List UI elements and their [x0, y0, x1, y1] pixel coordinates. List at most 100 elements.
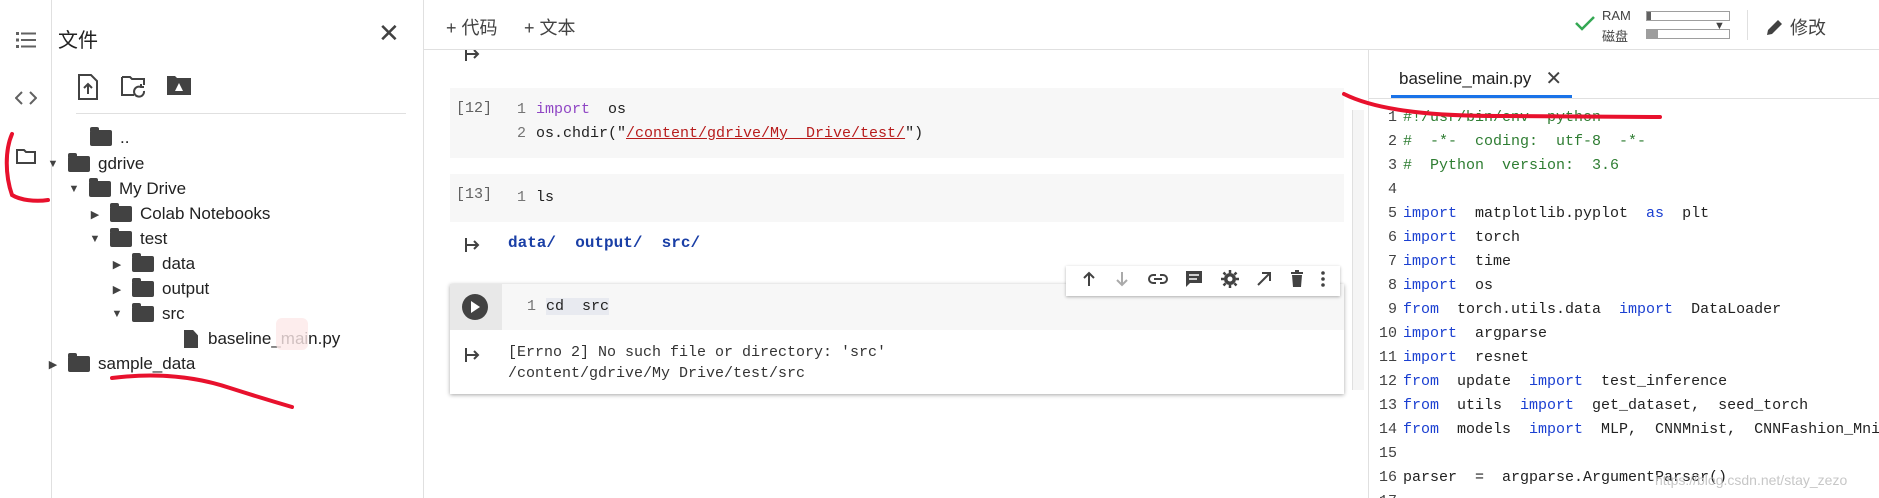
notebook-scrollbar[interactable] — [1352, 110, 1364, 390]
cell-code[interactable]: 1 import os 2 os.chdir("/content/gdrive/My… — [508, 98, 923, 146]
add-code-button[interactable]: + 代码 — [446, 14, 498, 40]
execution-count: [12] — [456, 100, 493, 117]
keyword-token: import — [1529, 421, 1584, 438]
notebook-area: Mounted at /content/gdrive [12] 1import … — [424, 0, 1368, 498]
caret-right-icon[interactable]: ▶ — [46, 358, 60, 371]
code-cell[interactable]: [12] 1 import os 2 os.chdir("/content/gdri… — [450, 88, 1344, 158]
editor-line[interactable]: 5 import matplotlib.pyplot as plt — [1369, 202, 1879, 226]
editor-tab-label: baseline_main.py — [1399, 68, 1532, 88]
comment-icon[interactable] — [1185, 270, 1203, 293]
line-number: 8 — [1387, 277, 1397, 294]
caret-right-icon[interactable]: ▶ — [110, 283, 124, 296]
editor-line[interactable]: 7 import time — [1369, 250, 1879, 274]
editor-code[interactable]: 1 #!/usr/bin/env python 2 # -*- coding: utf… — [1369, 106, 1879, 498]
pencil-icon — [1767, 20, 1782, 35]
editor-line[interactable]: 6 import torch — [1369, 226, 1879, 250]
tree-item-label: src — [162, 304, 185, 323]
tree-item-baseline-main[interactable]: baseline_main.py — [184, 325, 340, 353]
file-icon — [184, 330, 198, 348]
line-number: 6 — [1387, 229, 1397, 246]
tree-item-label: Colab Notebooks — [140, 204, 271, 223]
tree-item-data[interactable]: ▶ data — [110, 250, 195, 278]
editor-line[interactable]: 11 import resnet — [1369, 346, 1879, 370]
active-cell[interactable]: 1 cd src [Errno 2] No such file or direct… — [450, 284, 1344, 394]
line-number: 10 — [1378, 325, 1397, 342]
keyword-token: import — [1403, 205, 1458, 222]
keyword-token: import — [1619, 301, 1674, 318]
divider — [1747, 10, 1748, 40]
caret-down-icon[interactable]: ▼ — [46, 158, 60, 170]
tree-item-label: .. — [120, 128, 130, 147]
tree-item-label: test — [140, 229, 168, 248]
open-tab-icon[interactable] — [1256, 271, 1272, 292]
tree-item-parent[interactable]: .. — [68, 124, 129, 152]
top-bar: + 代码 + 文本 RAM 磁盘 ▼ 修改 — [424, 0, 1879, 50]
tree-item-colab-notebooks[interactable]: ▶ Colab Notebooks — [88, 200, 270, 228]
editor-line[interactable]: 8 import os — [1369, 274, 1879, 298]
line-number: 4 — [1387, 181, 1397, 198]
list-icon[interactable] — [12, 26, 40, 54]
keyword-token: import — [1403, 277, 1458, 294]
code-icon[interactable] — [12, 84, 40, 112]
line-number: 1 — [1387, 109, 1397, 126]
line-number: 16 — [1378, 469, 1397, 486]
add-text-button[interactable]: + 文本 — [524, 14, 576, 40]
editor-line[interactable]: 12 from update import test_inference — [1369, 370, 1879, 394]
editor-line[interactable]: 15 — [1369, 442, 1879, 466]
editor-line[interactable]: 13 from utils import get_dataset, seed_to… — [1369, 394, 1879, 418]
code-cell[interactable]: [13] 1 ls — [450, 174, 1344, 222]
code-token: matplotlib.pyplot — [1457, 205, 1647, 222]
caret-down-icon[interactable]: ▼ — [88, 233, 102, 245]
refresh-folder-icon[interactable] — [120, 74, 148, 102]
folder-icon — [132, 278, 154, 297]
editor-line[interactable]: 1 #!/usr/bin/env python — [1369, 106, 1879, 130]
line-number: 13 — [1378, 397, 1397, 414]
caret-right-icon[interactable]: ▶ — [110, 258, 124, 271]
tree-item-sample-data[interactable]: ▶ sample_data — [46, 350, 195, 378]
move-up-icon[interactable] — [1081, 271, 1097, 292]
editor-line[interactable]: 17 — [1369, 490, 1879, 498]
tree-item-src[interactable]: ▼ src — [110, 300, 185, 328]
keyword-token: import — [1529, 373, 1584, 390]
gear-icon[interactable] — [1220, 269, 1239, 293]
close-icon[interactable]: ✕ — [378, 20, 400, 46]
left-rail — [0, 0, 52, 498]
move-down-icon[interactable] — [1114, 271, 1130, 292]
tree-item-output[interactable]: ▶ output — [110, 275, 209, 303]
trash-icon[interactable] — [1290, 270, 1304, 292]
chevron-down-icon[interactable]: ▼ — [1714, 20, 1725, 32]
cell-code[interactable]: 1 ls — [508, 186, 554, 210]
editor-line[interactable]: 2 # -*- coding: utf-8 -*- — [1369, 130, 1879, 154]
keyword-token: as — [1646, 205, 1665, 222]
tree-item-my-drive[interactable]: ▼ My Drive — [67, 175, 186, 203]
code-token: os — [1457, 277, 1494, 294]
code-token: models — [1439, 421, 1530, 438]
keyword-token: import — [1403, 325, 1458, 342]
more-icon[interactable] — [1321, 270, 1326, 292]
output-icon — [464, 236, 482, 254]
folder-icon[interactable] — [12, 142, 40, 170]
line-number: 11 — [1378, 349, 1397, 366]
tree-item-gdrive[interactable]: ▼ gdrive — [46, 150, 144, 178]
folder-icon — [68, 353, 90, 372]
line-number: 3 — [1387, 157, 1397, 174]
edit-button[interactable]: 修改 — [1766, 14, 1826, 40]
caret-right-icon[interactable]: ▶ — [88, 208, 102, 221]
editor-tab[interactable]: baseline_main.py ✕ — [1391, 58, 1573, 98]
editor-line[interactable]: 9 from torch.utils.data import DataLoader — [1369, 298, 1879, 322]
caret-down-icon[interactable]: ▼ — [67, 183, 81, 195]
editor-line[interactable]: 14 from models import MLP, CNNMnist, CNNF… — [1369, 418, 1879, 442]
play-icon[interactable] — [462, 294, 488, 320]
divider — [1369, 98, 1879, 99]
caret-down-icon[interactable]: ▼ — [110, 308, 124, 320]
close-icon[interactable]: ✕ — [1545, 66, 1562, 91]
link-icon[interactable] — [1147, 272, 1168, 290]
upload-icon[interactable] — [76, 74, 104, 102]
cell-code[interactable]: 1 cd src — [518, 295, 610, 319]
editor-line[interactable]: 3 # Python version: 3.6 — [1369, 154, 1879, 178]
tree-item-label: gdrive — [98, 154, 145, 173]
tree-item-test[interactable]: ▼ test — [88, 225, 167, 253]
editor-line[interactable]: 4 — [1369, 178, 1879, 202]
mount-drive-icon[interactable] — [166, 74, 194, 102]
editor-line[interactable]: 10 import argparse — [1369, 322, 1879, 346]
